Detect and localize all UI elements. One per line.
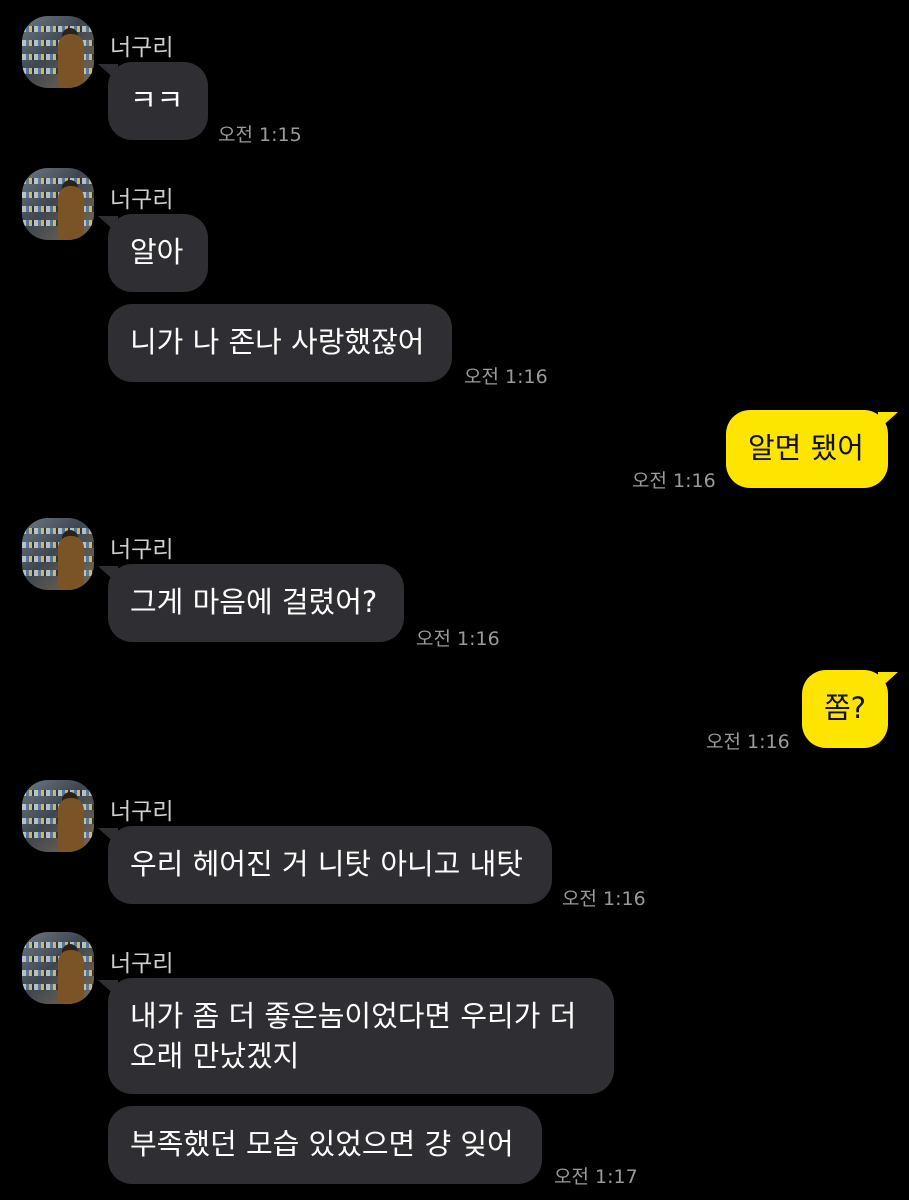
avatar[interactable] xyxy=(22,518,94,590)
avatar[interactable] xyxy=(22,168,94,240)
incoming-message-bubble[interactable]: 내가 좀 더 좋은놈이었다면 우리가 더 오래 만났겠지 xyxy=(108,978,614,1094)
message-line: 내가 좀 더 좋은놈이었다면 우리가 더 xyxy=(130,999,577,1033)
message-timestamp: 오전 1:16 xyxy=(416,628,500,650)
sender-name: 너구리 xyxy=(110,537,174,563)
bubble-tail xyxy=(878,412,898,430)
message-line: 오래 만났겠지 xyxy=(130,1039,300,1073)
incoming-message-bubble[interactable]: ㅋㅋ xyxy=(108,62,208,140)
message-timestamp: 오전 1:16 xyxy=(632,470,716,492)
avatar[interactable] xyxy=(22,16,94,88)
incoming-message-bubble[interactable]: 우리 헤어진 거 니탓 아니고 내탓 xyxy=(108,826,552,904)
sender-name: 너구리 xyxy=(110,951,174,977)
outgoing-message-bubble[interactable]: 쫌? xyxy=(802,670,888,748)
message-timestamp: 오전 1:16 xyxy=(562,888,646,910)
incoming-message-bubble[interactable]: 부족했던 모습 있었으면 걍 잊어 xyxy=(108,1106,542,1184)
bubble-tail xyxy=(878,672,898,690)
incoming-message-bubble[interactable]: 그게 마음에 걸렸어? xyxy=(108,564,404,642)
sender-name: 너구리 xyxy=(110,187,174,213)
outgoing-message-bubble[interactable]: 알면 됐어 xyxy=(726,410,888,488)
incoming-message-bubble[interactable]: 알아 xyxy=(108,214,208,292)
incoming-message-bubble[interactable]: 니가 나 존나 사랑했잖어 xyxy=(108,304,452,382)
message-timestamp: 오전 1:15 xyxy=(218,124,302,146)
message-timestamp: 오전 1:17 xyxy=(554,1166,638,1188)
avatar[interactable] xyxy=(22,932,94,1004)
message-timestamp: 오전 1:16 xyxy=(464,366,548,388)
sender-name: 너구리 xyxy=(110,35,174,61)
avatar[interactable] xyxy=(22,780,94,852)
message-timestamp: 오전 1:16 xyxy=(706,731,790,753)
sender-name: 너구리 xyxy=(110,799,174,825)
